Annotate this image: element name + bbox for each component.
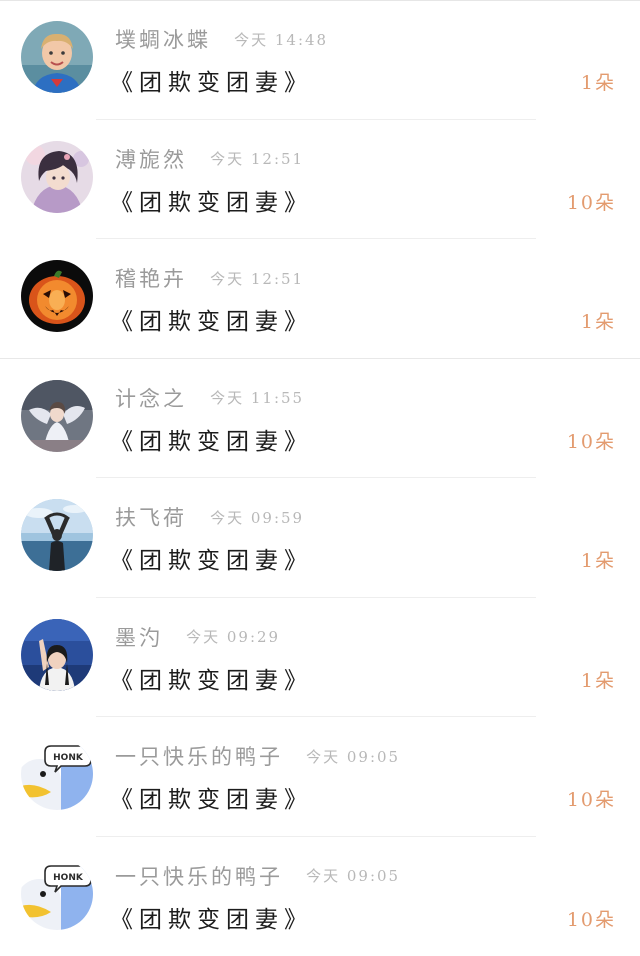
timestamp: 今天 12:51 — [210, 150, 304, 168]
timestamp: 今天 09:05 — [306, 867, 400, 885]
list-item[interactable]: 稽艳卉 今天 12:51 《团欺变团妻》 1朵 — [0, 239, 640, 359]
book-title: 《团欺变团妻》 — [110, 422, 313, 456]
book-title: 《团欺变团妻》 — [110, 63, 313, 97]
honk-bubble-text: HONK — [53, 753, 84, 763]
sender-name[interactable]: 一只快乐的鸭子 — [115, 745, 283, 769]
honk-duck-avatar-icon[interactable]: HONK — [21, 738, 93, 810]
record-meta: 溥旎然 今天 12:51 — [115, 144, 304, 174]
gift-record-list: 墣蜩冰蝶 今天 14:48 《团欺变团妻》 1朵 溥旎然 今天 12: — [0, 0, 640, 956]
flower-amount: 1朵 — [581, 546, 616, 573]
timestamp: 今天 09:05 — [306, 748, 400, 766]
sender-name[interactable]: 计念之 — [115, 387, 187, 411]
timestamp: 今天 12:51 — [210, 270, 304, 288]
list-item[interactable]: 墣蜩冰蝶 今天 14:48 《团欺变团妻》 1朵 — [0, 0, 640, 120]
list-item[interactable]: 扶飞荷 今天 09:59 《团欺变团妻》 1朵 — [0, 478, 640, 598]
sender-name[interactable]: 稽艳卉 — [115, 267, 187, 291]
flower-amount: 1朵 — [581, 307, 616, 334]
record-meta: 扶飞荷 今天 09:59 — [115, 502, 304, 532]
sender-name[interactable]: 扶飞荷 — [115, 506, 187, 530]
book-title: 《团欺变团妻》 — [110, 541, 313, 575]
record-meta: 一只快乐的鸭子 今天 09:05 — [115, 861, 400, 891]
sender-name[interactable]: 一只快乐的鸭子 — [115, 865, 283, 889]
flower-amount: 1朵 — [581, 666, 616, 693]
sender-name[interactable]: 墨汋 — [115, 626, 163, 650]
record-meta: 墨汋 今天 09:29 — [115, 622, 280, 652]
dancer-avatar-icon[interactable] — [21, 380, 93, 452]
flower-amount: 10朵 — [567, 905, 616, 932]
flower-amount: 10朵 — [567, 427, 616, 454]
sea-girl-avatar-icon[interactable] — [21, 499, 93, 571]
book-title: 《团欺变团妻》 — [110, 302, 313, 336]
timestamp: 今天 11:55 — [210, 389, 304, 407]
flower-amount: 1朵 — [581, 68, 616, 95]
sender-name[interactable]: 溥旎然 — [115, 148, 187, 172]
list-item[interactable]: 溥旎然 今天 12:51 《团欺变团妻》 10朵 — [0, 120, 640, 240]
list-item[interactable]: HONK 一只快乐的鸭子 今天 09:05 《团欺变团妻》 10朵 — [0, 837, 640, 956]
sender-name[interactable]: 墣蜩冰蝶 — [115, 28, 211, 52]
anime-girl-avatar-icon[interactable] — [21, 141, 93, 213]
record-meta: 稽艳卉 今天 12:51 — [115, 263, 304, 293]
record-meta: 墣蜩冰蝶 今天 14:48 — [115, 24, 328, 54]
list-item[interactable]: 计念之 今天 11:55 《团欺变团妻》 10朵 — [0, 359, 640, 479]
record-meta: 一只快乐的鸭子 今天 09:05 — [115, 741, 400, 771]
book-title: 《团欺变团妻》 — [110, 661, 313, 695]
timestamp: 今天 14:48 — [234, 31, 328, 49]
book-title: 《团欺变团妻》 — [110, 900, 313, 934]
flower-amount: 10朵 — [567, 188, 616, 215]
honk-duck-avatar-icon[interactable]: HONK — [21, 858, 93, 930]
flower-amount: 10朵 — [567, 785, 616, 812]
book-title: 《团欺变团妻》 — [110, 780, 313, 814]
waving-girl-avatar-icon[interactable] — [21, 619, 93, 691]
child-avatar-icon[interactable] — [21, 21, 93, 93]
list-item[interactable]: 墨汋 今天 09:29 《团欺变团妻》 1朵 — [0, 598, 640, 718]
book-title: 《团欺变团妻》 — [110, 183, 313, 217]
honk-bubble-text: HONK — [53, 873, 84, 883]
timestamp: 今天 09:29 — [186, 628, 280, 646]
record-meta: 计念之 今天 11:55 — [115, 383, 304, 413]
list-item[interactable]: HONK 一只快乐的鸭子 今天 09:05 《团欺变团妻》 10朵 — [0, 717, 640, 837]
timestamp: 今天 09:59 — [210, 509, 304, 527]
pumpkin-avatar-icon[interactable] — [21, 260, 93, 332]
